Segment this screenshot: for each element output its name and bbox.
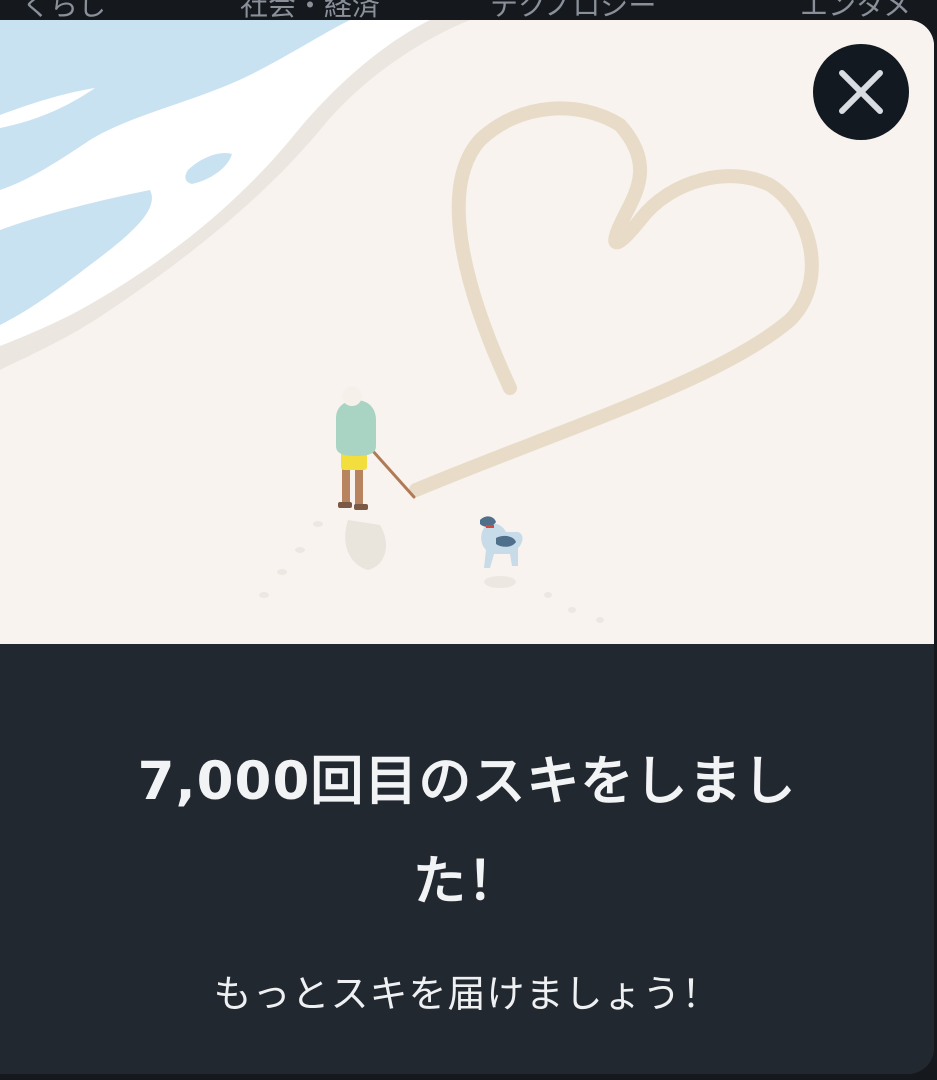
encouragement-message: もっとスキを届けましょう！ [213, 972, 721, 1016]
modal-content: 7,000回目のスキをしました！ もっとスキを届けましょう！ [0, 644, 934, 1074]
close-button[interactable] [813, 44, 909, 140]
like-milestone-modal: 7,000回目のスキをしました！ もっとスキを届けましょう！ [0, 20, 934, 1074]
beach-illustration-svg [0, 20, 934, 644]
page: くらし 社会・経済 テクノロジー エンタメ 7,000回目のスキをしました！ も… [0, 0, 937, 1080]
milestone-title: 7,000回目のスキをしました！ [137, 751, 797, 912]
close-icon [839, 70, 883, 114]
beach-heart-illustration [0, 20, 934, 644]
